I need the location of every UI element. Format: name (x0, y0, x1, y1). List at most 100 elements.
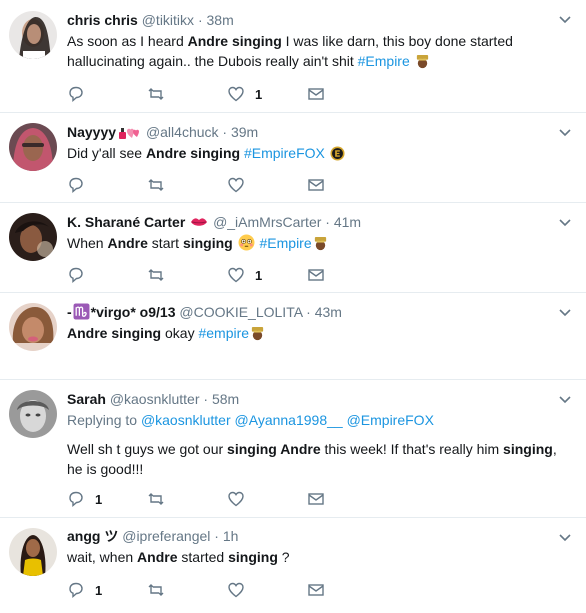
tweet-header: angg ツ @ipreferangel · 1h (67, 526, 562, 546)
mail-icon (308, 584, 324, 596)
highlighted-term: singing (228, 549, 278, 565)
empire-logo-emoji-icon (330, 146, 345, 161)
reply-label: Replying to (67, 412, 141, 428)
text-segment: When (67, 235, 108, 251)
like-button[interactable]: 1 (227, 84, 262, 104)
tweet-text: Did y'all see Andre singing #EmpireFOX (67, 143, 562, 163)
separator-dot: · (197, 12, 203, 28)
mail-icon (308, 493, 324, 505)
message-button[interactable] (307, 580, 325, 600)
mail-icon (308, 269, 324, 281)
avatar[interactable] (9, 303, 57, 351)
tweet-header: K. Sharané Carter @_iAmMrsCarter · 41m (67, 212, 562, 232)
hashtag-link[interactable]: #empire (198, 325, 249, 341)
highlighted-term: Andre singing (145, 145, 241, 161)
like-button[interactable] (227, 489, 255, 509)
tweet-actions: 1 (67, 489, 327, 509)
reply-button[interactable]: 1 (67, 580, 102, 600)
avatar[interactable] (9, 123, 57, 171)
display-name[interactable]: Sarah (67, 391, 106, 407)
reply-context: Replying to @kaosnklutter @Ayanna1998__ … (67, 410, 562, 430)
display-name[interactable]: chris chris (67, 12, 138, 28)
avatar[interactable] (9, 213, 57, 261)
separator-dot: · (325, 214, 330, 230)
empire-emoji-icon (250, 326, 265, 341)
tweet-feed: chris chris @tikitikx · 38m As soon as I… (0, 0, 586, 613)
tweet-text: Andre singing okay #empire (67, 323, 562, 343)
display-name[interactable]: K. Sharané Carter (67, 214, 185, 230)
text-segment (233, 235, 237, 251)
separator-dot: · (306, 304, 311, 320)
timestamp[interactable]: 43m (315, 304, 342, 320)
heart-icon (228, 267, 244, 283)
separator-dot: · (222, 124, 228, 140)
message-button[interactable] (307, 175, 325, 195)
user-handle[interactable]: @all4chuck (146, 124, 219, 140)
display-name[interactable]: Nayyyy (67, 124, 116, 140)
retweet-icon (148, 179, 164, 191)
reply-icon (69, 177, 83, 194)
text-segment: okay (161, 325, 199, 341)
like-button[interactable] (227, 175, 255, 195)
retweet-icon (148, 269, 164, 281)
user-handle[interactable]: @kaosnklutter (110, 391, 200, 407)
reply-button[interactable]: 1 (67, 489, 102, 509)
retweet-button[interactable] (147, 580, 165, 600)
heart-icon (228, 582, 244, 598)
reply-button[interactable] (67, 175, 95, 195)
tweet-header: Nayyyy @all4chuck · 39m (67, 122, 562, 142)
retweet-button[interactable] (147, 489, 165, 509)
mail-icon (308, 88, 324, 100)
retweet-button[interactable] (147, 265, 165, 285)
reply-button[interactable] (67, 265, 95, 285)
avatar[interactable] (9, 528, 57, 576)
tweet[interactable]: K. Sharané Carter @_iAmMrsCarter · 41m W… (0, 203, 586, 293)
highlighted-term: Andre (137, 549, 178, 565)
retweet-icon (148, 584, 164, 596)
reply-icon (69, 491, 83, 508)
text-segment: ? (277, 549, 290, 565)
display-name[interactable]: angg ツ (67, 528, 118, 544)
heart-icon (228, 491, 244, 507)
user-handle[interactable]: @ipreferangel (122, 528, 210, 544)
user-handle[interactable]: @_iAmMrsCarter (213, 214, 321, 230)
timestamp[interactable]: 1h (223, 528, 239, 544)
hashtag-link[interactable]: #EmpireFOX (244, 145, 325, 161)
lips-emoji-icon (190, 215, 208, 230)
tweet-actions (67, 175, 327, 195)
tweet-actions: 1 (67, 265, 327, 285)
separator-dot: · (203, 391, 209, 407)
tweet[interactable]: Nayyyy @all4chuck · 39m Did y'all see An… (0, 113, 586, 203)
retweet-button[interactable] (147, 175, 165, 195)
tweet[interactable]: Sarah @kaosnklutter · 58m Replying to @k… (0, 380, 586, 518)
reply-button[interactable] (67, 84, 95, 104)
separator-dot: · (214, 528, 219, 544)
timestamp[interactable]: 58m (212, 391, 239, 407)
timestamp[interactable]: 41m (334, 214, 361, 230)
message-button[interactable] (307, 489, 325, 509)
display-name[interactable]: - (67, 304, 72, 320)
hashtag-link[interactable]: #Empire (260, 235, 312, 251)
tweet[interactable]: angg ツ @ipreferangel · 1h wait, when And… (0, 518, 586, 613)
like-button[interactable]: 1 (227, 265, 262, 285)
timestamp[interactable]: 38m (207, 12, 234, 28)
like-button[interactable] (227, 580, 255, 600)
message-button[interactable] (307, 265, 325, 285)
tweet[interactable]: chris chris @tikitikx · 38m As soon as I… (0, 0, 586, 113)
avatar[interactable] (9, 11, 57, 59)
retweet-icon (148, 493, 164, 505)
tweet-actions: 1 (67, 84, 327, 104)
text-segment: started (177, 549, 229, 565)
display-name[interactable]: *virgo* o9/13 (91, 304, 176, 320)
hashtag-link[interactable]: #Empire (358, 53, 410, 69)
timestamp[interactable]: 39m (231, 124, 258, 140)
retweet-icon (148, 88, 164, 100)
message-button[interactable] (307, 84, 325, 104)
user-handle[interactable]: @tikitikx (142, 12, 194, 28)
reply-mentions[interactable]: @kaosnklutter @Ayanna1998__ @EmpireFOX (141, 412, 434, 428)
heart-icon (228, 86, 244, 102)
retweet-button[interactable] (147, 84, 165, 104)
tweet[interactable]: - *virgo* o9/13 @COOKIE_LOLITA · 43m Andr… (0, 293, 586, 380)
user-handle[interactable]: @COOKIE_LOLITA (179, 304, 302, 320)
avatar[interactable] (9, 390, 57, 438)
